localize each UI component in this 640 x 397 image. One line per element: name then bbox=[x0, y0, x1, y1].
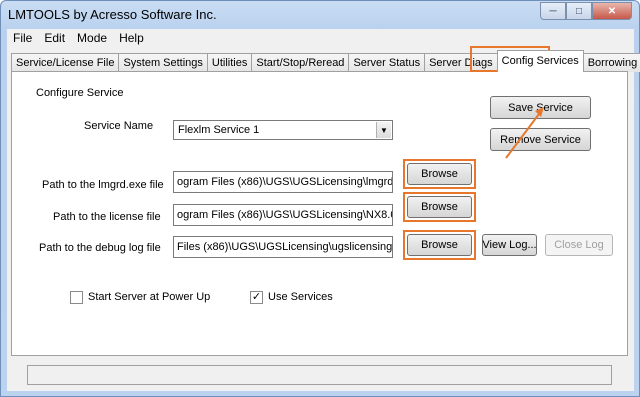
checkmark-icon: ✓ bbox=[251, 291, 262, 303]
license-path-field[interactable]: ogram Files (x86)\UGS\UGSLicensing\NX8.0… bbox=[173, 204, 393, 226]
arrow-annotation-icon bbox=[505, 107, 544, 159]
tab-system-settings[interactable]: System Settings bbox=[118, 53, 208, 72]
menu-help[interactable]: Help bbox=[113, 29, 150, 47]
debug-log-field[interactable]: Files (x86)\UGS\UGSLicensing\ugslicensin… bbox=[173, 236, 393, 258]
maximize-button[interactable]: □ bbox=[566, 2, 592, 20]
service-name-label: Service Name bbox=[84, 120, 154, 132]
license-path-label: Path to the license file bbox=[53, 211, 161, 223]
start-at-powerup-checkbox[interactable] bbox=[70, 291, 83, 304]
close-icon: ✕ bbox=[607, 5, 617, 17]
tab-borrowing[interactable]: Borrowing bbox=[582, 53, 640, 72]
tab-strip: Service/License File System Settings Uti… bbox=[11, 50, 640, 72]
minimize-icon: ─ bbox=[549, 5, 557, 17]
tab-utilities[interactable]: Utilities bbox=[206, 53, 253, 72]
service-name-value: Flexlm Service 1 bbox=[178, 124, 260, 136]
tab-server-status[interactable]: Server Status bbox=[348, 53, 426, 72]
close-button[interactable]: ✕ bbox=[592, 2, 632, 20]
status-bar bbox=[27, 365, 612, 385]
browse-lmgrd-highlight bbox=[403, 159, 476, 189]
view-log-button[interactable]: View Log... bbox=[482, 234, 537, 256]
menu-file[interactable]: File bbox=[7, 29, 38, 47]
close-log-button[interactable]: Close Log bbox=[545, 234, 613, 256]
chevron-down-icon[interactable]: ▼ bbox=[376, 122, 391, 138]
tab-start-stop-reread[interactable]: Start/Stop/Reread bbox=[251, 53, 350, 72]
lmgrd-path-field[interactable]: ogram Files (x86)\UGS\UGSLicensing\lmgrd… bbox=[173, 171, 393, 193]
minimize-button[interactable]: ─ bbox=[540, 2, 566, 20]
lmgrd-path-label: Path to the lmgrd.exe file bbox=[42, 179, 164, 191]
start-at-powerup-label: Start Server at Power Up bbox=[88, 291, 211, 303]
menu-mode[interactable]: Mode bbox=[71, 29, 113, 47]
tab-service-license-file[interactable]: Service/License File bbox=[11, 53, 120, 72]
title-bar: LMTOOLS by Acresso Software Inc. ─ □ ✕ bbox=[1, 1, 639, 29]
browse-license-highlight bbox=[403, 192, 476, 222]
use-services-label: Use Services bbox=[268, 291, 333, 303]
browse-debug-highlight bbox=[403, 230, 476, 260]
maximize-icon: □ bbox=[575, 5, 583, 17]
window-controls: ─ □ ✕ bbox=[540, 2, 632, 20]
service-name-combo[interactable]: Flexlm Service 1 ▼ bbox=[173, 120, 393, 140]
config-services-panel: Configure Service Service Name Flexlm Se… bbox=[11, 71, 628, 356]
menu-edit[interactable]: Edit bbox=[38, 29, 71, 47]
window-title: LMTOOLS by Acresso Software Inc. bbox=[8, 7, 217, 22]
menu-bar: File Edit Mode Help bbox=[7, 29, 634, 47]
app-window: LMTOOLS by Acresso Software Inc. ─ □ ✕ F… bbox=[0, 0, 640, 397]
use-services-checkbox[interactable]: ✓ bbox=[250, 291, 263, 304]
debug-log-label: Path to the debug log file bbox=[39, 242, 161, 254]
tab-config-services[interactable]: Config Services bbox=[496, 50, 584, 72]
section-title: Configure Service bbox=[36, 87, 124, 99]
client-area: File Edit Mode Help Service/License File… bbox=[7, 29, 640, 391]
